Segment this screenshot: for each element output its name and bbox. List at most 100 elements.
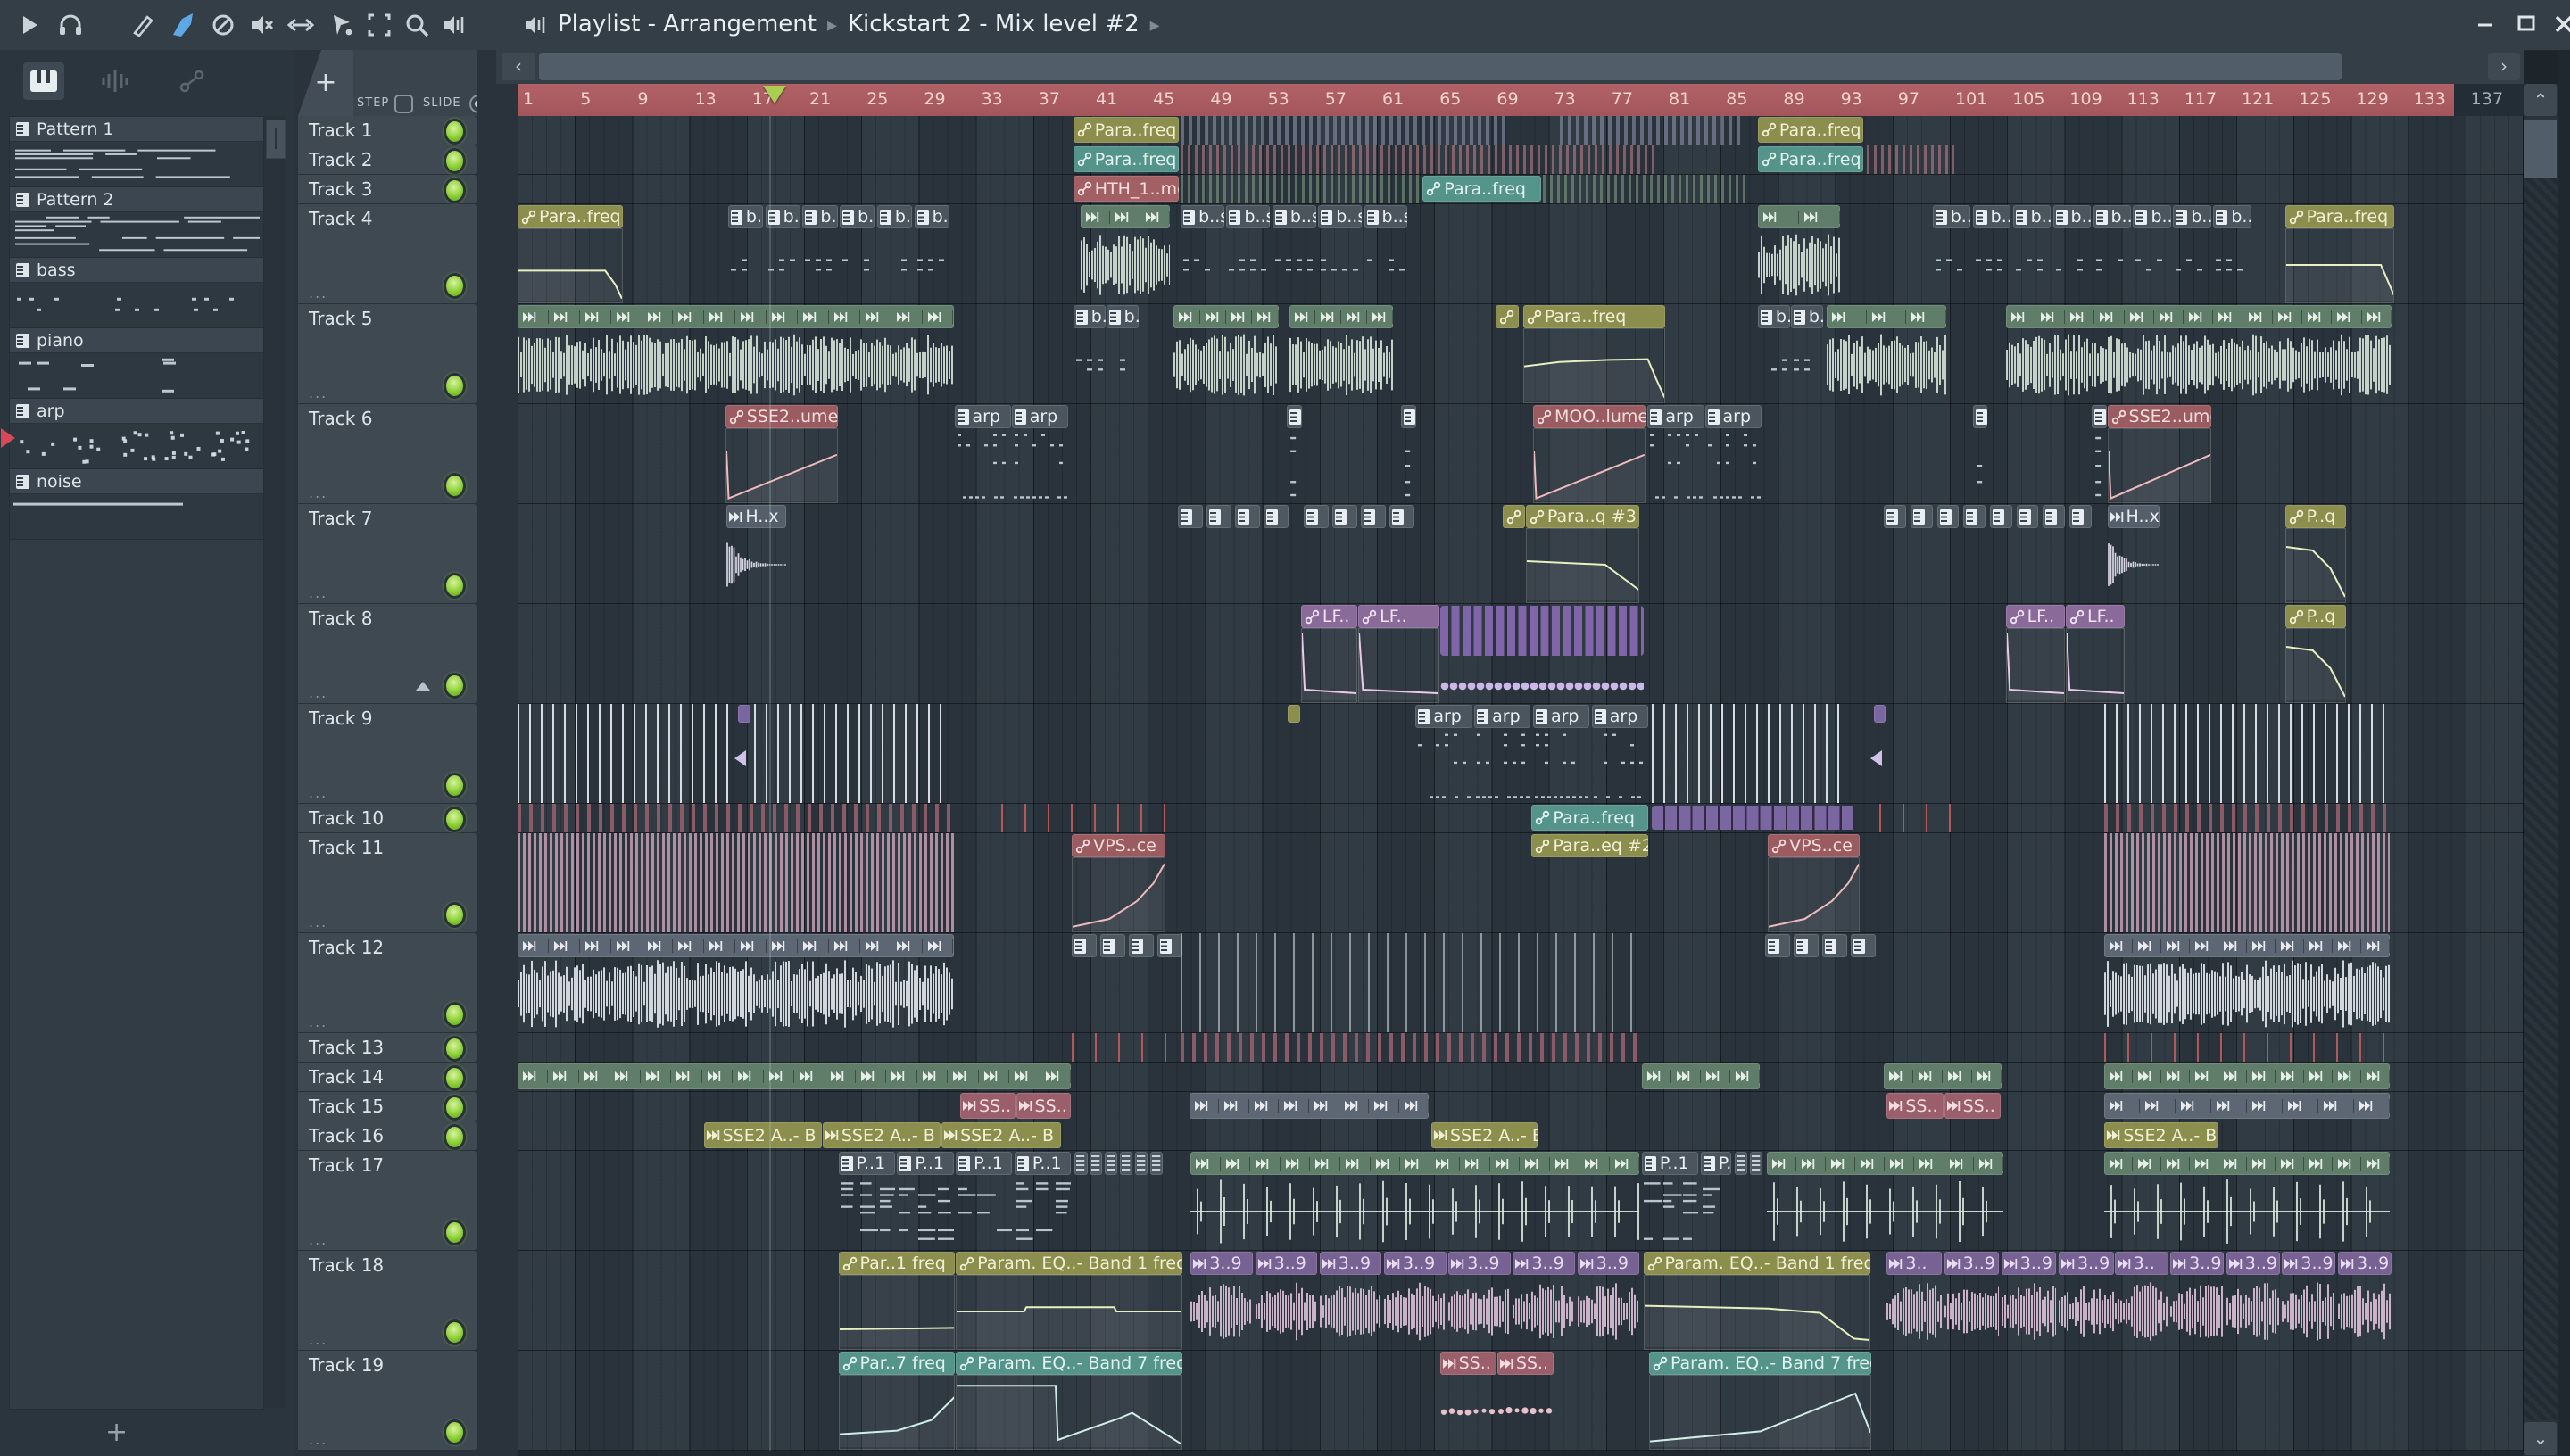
mini-clip[interactable] (1869, 704, 1886, 803)
audio-clip-segment[interactable] (642, 310, 674, 324)
audio-clip-segment[interactable] (1040, 1070, 1072, 1083)
track-row[interactable]: SS.. SS.. SS.. SS.. (518, 1092, 2524, 1121)
pattern-item[interactable]: bass (10, 258, 263, 328)
clip[interactable]: HTH_1..me (1073, 175, 1179, 203)
audio-clip-segment[interactable] (798, 939, 829, 953)
track-header[interactable]: Track 8... (298, 604, 477, 704)
audio-tab[interactable] (95, 62, 136, 100)
audio-clip-segment[interactable] (1642, 1070, 1671, 1083)
pattern-clip-header[interactable]: b.. (1932, 205, 1971, 228)
pattern-clip-header[interactable]: P..1 (838, 1152, 895, 1175)
clip[interactable] (1289, 304, 1394, 403)
clip[interactable] (1074, 1151, 1088, 1250)
collapse-arrow-icon[interactable] (416, 682, 430, 691)
audio-clip-segment[interactable] (1460, 1156, 1490, 1171)
pattern-clip-header[interactable]: arp (1647, 405, 1704, 428)
clip[interactable]: b..s (2213, 204, 2251, 303)
pattern-mini-clip[interactable] (1361, 505, 1387, 528)
clip[interactable]: SSE2..ume (2107, 404, 2211, 503)
playhead-marker[interactable] (763, 86, 787, 103)
ghost-pattern-stripes[interactable] (1866, 145, 1955, 174)
clip[interactable]: 3.. (2114, 1251, 2168, 1350)
pattern-clip-header[interactable]: arp (1591, 705, 1648, 728)
track-header[interactable]: Track 2 (298, 145, 477, 175)
clip[interactable]: 3..9 (2001, 1251, 2057, 1350)
track-led[interactable] (444, 1220, 466, 1245)
audio-clip-header[interactable]: H..x (726, 505, 786, 528)
track-header[interactable]: Track 1 (298, 116, 477, 145)
track-led[interactable] (444, 1065, 466, 1091)
pattern-clip-header[interactable]: b..s (1318, 205, 1362, 228)
ghost-pattern-stripes[interactable] (518, 833, 954, 932)
track-row[interactable]: HTH_1..me Para..freq (518, 175, 2524, 204)
clip[interactable]: LF.. (1358, 604, 1439, 703)
audio-clip-segment[interactable] (2276, 939, 2305, 953)
track-menu-dots[interactable]: ... (309, 1431, 327, 1448)
pattern-mini-clip[interactable] (1100, 934, 1126, 957)
audio-clip-segment[interactable] (2104, 939, 2134, 953)
track-led[interactable] (444, 1002, 466, 1028)
pattern-mini-clip[interactable] (1389, 505, 1415, 528)
pattern-mini-clip[interactable] (1401, 405, 1416, 428)
audio-clip-segment[interactable] (702, 1070, 734, 1083)
automation-clip-header[interactable]: Para..freq (518, 205, 623, 228)
clip[interactable]: P..1 (897, 1151, 954, 1250)
automation-clip-header[interactable]: VPS..ce (1768, 834, 1861, 857)
audio-clip-segment[interactable] (1140, 210, 1170, 224)
automation-clip-header[interactable]: Para..freq (1422, 176, 1541, 202)
audio-clip-segment[interactable] (2161, 1156, 2191, 1171)
audio-clip-header[interactable]: SS.. (1439, 1352, 1496, 1375)
audio-clip-segment[interactable] (2361, 1070, 2391, 1083)
ghost-pattern-stripes[interactable] (2104, 804, 2391, 832)
track-menu-dots[interactable]: ... (309, 784, 327, 801)
clip[interactable]: P..q (2284, 504, 2346, 603)
audio-clip-segment[interactable] (611, 939, 642, 953)
clip[interactable] (1134, 1151, 1148, 1250)
stem-lines-clip[interactable] (1652, 704, 1848, 803)
automation-clip-header[interactable] (1503, 505, 1525, 528)
audio-clip-header[interactable]: 3..9 (2170, 1252, 2225, 1275)
piano-tab[interactable] (23, 62, 64, 100)
scroll-left-button[interactable]: ‹ (502, 53, 535, 80)
clip[interactable] (2091, 404, 2107, 503)
clip[interactable]: Para..freq (1757, 145, 1863, 174)
clip[interactable]: arp (1011, 404, 1068, 503)
pattern-item-header[interactable]: arp (10, 399, 263, 424)
pattern-mini-clip[interactable] (1750, 1152, 1763, 1175)
audio-clip-header[interactable] (1757, 205, 1840, 228)
track-row[interactable]: Para..freq Para..freq (518, 145, 2524, 175)
clip[interactable]: Par..1 freq (838, 1251, 956, 1350)
audio-clip-segment[interactable] (2104, 1156, 2134, 1171)
track-header[interactable]: Track 10 (298, 804, 477, 833)
clip[interactable] (1757, 204, 1840, 303)
audio-clip-segment[interactable] (2161, 939, 2191, 953)
track-row[interactable] (518, 1063, 2524, 1092)
pattern-mini-clip[interactable] (1332, 505, 1358, 528)
automation-clip-header[interactable]: Param. EQ..- Band 7 freq (1648, 1352, 1872, 1375)
clip[interactable]: Param. EQ..- Band 7 freq (1648, 1351, 1872, 1450)
pattern-item-header[interactable]: piano (10, 328, 263, 353)
audio-clip-segment[interactable] (1579, 1156, 1610, 1171)
mini-clip-header[interactable] (738, 705, 750, 723)
audio-clip-header[interactable]: 3..9 (2282, 1252, 2336, 1275)
audio-clip-header[interactable] (1826, 305, 1946, 328)
pattern-item[interactable]: piano (10, 328, 263, 399)
pattern-mini-clip[interactable] (1764, 934, 1790, 957)
pattern-clip-header[interactable]: arp (1704, 405, 1762, 428)
pattern-mini-clip[interactable] (1264, 505, 1289, 528)
audio-clip-header[interactable]: SS.. (959, 1093, 1016, 1119)
audio-clip-segment[interactable] (671, 1070, 702, 1083)
pattern-mini-clip[interactable] (1972, 405, 1988, 428)
audio-clip-header[interactable]: SS.. (1496, 1352, 1554, 1375)
audio-clip-header[interactable] (1173, 305, 1279, 328)
audio-clip-segment[interactable] (549, 939, 580, 953)
tick-clip[interactable] (1001, 804, 1177, 832)
audio-clip-header[interactable]: 3..9 (1944, 1252, 2000, 1275)
automation-clip-header[interactable]: Para..freq (1073, 117, 1179, 143)
track-row[interactable]: b..s b.. Para..freq b..s b.. (518, 304, 2524, 404)
audio-cells-clip[interactable] (518, 1063, 1072, 1089)
audio-clip-segment[interactable] (829, 310, 860, 324)
pattern-clip-header[interactable]: P..1 (897, 1152, 954, 1175)
track-header[interactable]: Track 16 (298, 1121, 477, 1151)
pattern-preview[interactable] (10, 283, 263, 327)
